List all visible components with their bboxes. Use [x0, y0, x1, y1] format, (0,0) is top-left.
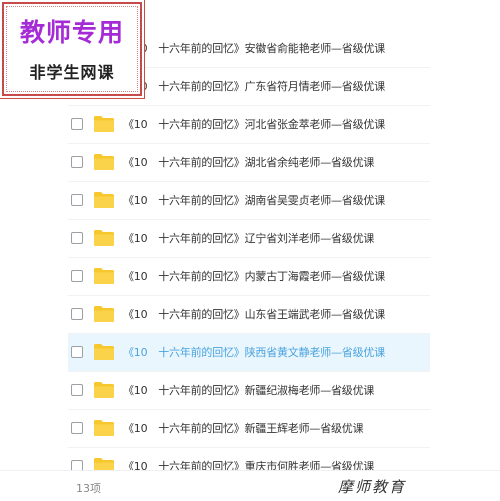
file-row[interactable]: 《10 十六年前的回忆》内蒙古丁海霞老师—省级优课	[68, 258, 430, 296]
file-name[interactable]: 《10 十六年前的回忆》重庆市何胜老师—省级优课	[123, 458, 374, 470]
file-name[interactable]: 《10 十六年前的回忆》安徽省俞能艳老师—省级优课	[123, 40, 385, 56]
file-row[interactable]: 《10 十六年前的回忆》河北省张金萃老师—省级优课	[68, 106, 430, 144]
row-checkbox[interactable]	[71, 308, 83, 320]
file-row[interactable]: 《10 十六年前的回忆》新疆王辉老师—省级优课	[68, 410, 430, 448]
file-name[interactable]: 《10 十六年前的回忆》湖北省余纯老师—省级优课	[123, 154, 374, 170]
file-row[interactable]: 《10 十六年前的回忆》湖南省吴雯贞老师—省级优课	[68, 182, 430, 220]
file-row[interactable]: 《10 十六年前的回忆》新疆纪淑梅老师—省级优课	[68, 372, 430, 410]
file-name[interactable]: 《10 十六年前的回忆》新疆王辉老师—省级优课	[123, 420, 364, 436]
file-row[interactable]: 《10 十六年前的回忆》山东省王端武老师—省级优课	[68, 296, 430, 334]
watermark-text: 摩师教育	[338, 478, 407, 496]
file-name[interactable]: 《10 十六年前的回忆》河北省张金萃老师—省级优课	[123, 116, 385, 132]
folder-icon	[93, 456, 115, 470]
row-checkbox[interactable]	[71, 270, 83, 282]
file-name[interactable]: 《10 十六年前的回忆》内蒙古丁海霞老师—省级优课	[123, 268, 385, 284]
folder-icon	[93, 304, 115, 323]
folder-icon	[93, 152, 115, 171]
row-checkbox[interactable]	[71, 422, 83, 434]
file-row[interactable]: 《10 十六年前的回忆》湖北省余纯老师—省级优课	[68, 144, 430, 182]
row-checkbox[interactable]	[71, 384, 83, 396]
folder-icon	[93, 190, 115, 209]
row-checkbox[interactable]	[71, 460, 83, 470]
item-count: 13项	[76, 482, 101, 495]
row-checkbox[interactable]	[71, 194, 83, 206]
file-name[interactable]: 《10 十六年前的回忆》新疆纪淑梅老师—省级优课	[123, 382, 374, 398]
file-name[interactable]: 《10 十六年前的回忆》湖南省吴雯贞老师—省级优课	[123, 192, 385, 208]
stamp-title: 教师专用	[19, 18, 124, 47]
folder-icon	[93, 418, 115, 437]
folder-icon	[93, 266, 115, 285]
row-checkbox[interactable]	[71, 156, 83, 168]
stamp-subtitle: 非学生网课	[29, 63, 115, 82]
file-row[interactable]: 《10 十六年前的回忆》辽宁省刘洋老师—省级优课	[68, 220, 430, 258]
row-checkbox[interactable]	[71, 232, 83, 244]
status-bar: 13项 摩师教育	[0, 470, 500, 501]
file-row[interactable]: 《10 十六年前的回忆》重庆市何胜老师—省级优课	[68, 448, 430, 470]
file-row[interactable]: 《10 十六年前的回忆》陕西省黄文静老师—省级优课	[68, 334, 430, 372]
folder-icon	[93, 114, 115, 133]
row-checkbox[interactable]	[71, 346, 83, 358]
folder-icon	[93, 342, 115, 361]
file-name[interactable]: 《10 十六年前的回忆》陕西省黄文静老师—省级优课	[123, 344, 385, 360]
teacher-only-stamp: 教师专用 非学生网课	[2, 2, 142, 96]
row-checkbox[interactable]	[71, 118, 83, 130]
file-name[interactable]: 《10 十六年前的回忆》山东省王端武老师—省级优课	[123, 306, 385, 322]
file-name[interactable]: 《10 十六年前的回忆》辽宁省刘洋老师—省级优课	[123, 230, 374, 246]
file-name[interactable]: 《10 十六年前的回忆》广东省符月情老师—省级优课	[123, 78, 385, 94]
folder-icon	[93, 228, 115, 247]
folder-icon	[93, 380, 115, 399]
